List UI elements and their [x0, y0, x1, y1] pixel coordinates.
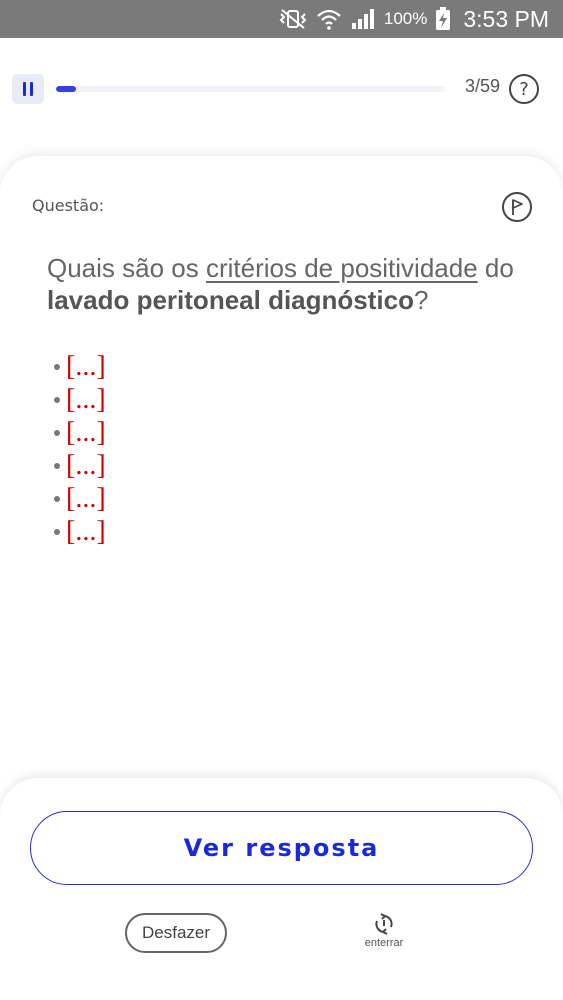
cloze-item: [...]: [54, 350, 106, 383]
bullet-icon: [54, 396, 60, 403]
question-text-bold: lavado peritoneal diagnóstico: [47, 285, 414, 315]
question-label: Questão:: [32, 196, 105, 215]
progress-bar-fill: [56, 86, 76, 92]
signal-icon: [350, 8, 376, 30]
app-screen: 100% 3:53 PM 3/59 ? Questão: Quais são o…: [0, 0, 563, 1000]
progress-header: 3/59 ?: [0, 70, 563, 110]
flag-button[interactable]: [502, 192, 532, 222]
cloze-placeholder: [...]: [66, 482, 106, 514]
cloze-placeholder: [...]: [66, 449, 106, 481]
bullet-icon: [54, 462, 60, 469]
refresh-icon: [375, 913, 393, 935]
pause-button[interactable]: [12, 74, 44, 104]
flag-icon: [512, 199, 523, 215]
bullet-icon: [54, 429, 60, 436]
show-answer-button[interactable]: Ver resposta: [30, 811, 533, 885]
battery-charging-icon: [435, 7, 451, 31]
cloze-item: [...]: [54, 449, 106, 482]
bullet-icon: [54, 528, 60, 535]
question-text-part: Quais são os: [47, 253, 206, 283]
bury-button[interactable]: enterrar: [350, 913, 418, 955]
mute-vibrate-icon: [278, 8, 308, 30]
progress-count: 3/59: [464, 76, 500, 96]
bullet-icon: [54, 495, 60, 502]
cloze-placeholder: [...]: [66, 383, 106, 415]
cloze-placeholder: [...]: [66, 416, 106, 448]
progress-bar: [56, 86, 444, 92]
pause-icon: [23, 82, 26, 96]
cloze-item: [...]: [54, 416, 106, 449]
question-text-part: ?: [413, 285, 429, 315]
question-text: Quais são os critérios de positividade d…: [47, 252, 527, 316]
bury-label: enterrar: [364, 937, 404, 949]
question-mark-icon: ?: [519, 78, 529, 100]
cloze-item: [...]: [54, 482, 106, 515]
cloze-item: [...]: [54, 515, 106, 548]
wifi-icon: [316, 8, 342, 30]
cloze-item: [...]: [54, 383, 106, 416]
cloze-placeholder: [...]: [66, 515, 106, 547]
battery-percent: 100%: [383, 9, 428, 28]
question-card: Questão: Quais são os critérios de posit…: [0, 156, 563, 856]
question-text-part: do: [477, 253, 514, 283]
cloze-list: [...] [...] [...] [...] [...] [...]: [54, 350, 106, 548]
question-text-underlined: critérios de positividade: [205, 253, 478, 283]
help-button[interactable]: ?: [509, 74, 539, 104]
bottom-action-panel: Ver resposta Desfazer enterrar: [0, 778, 563, 1000]
cloze-placeholder: [...]: [66, 350, 106, 382]
status-clock: 3:53 PM: [463, 5, 549, 32]
bullet-icon: [54, 363, 60, 370]
status-bar: 100% 3:53 PM: [0, 0, 563, 38]
undo-button[interactable]: Desfazer: [125, 913, 227, 953]
pause-icon-bar: [30, 82, 33, 96]
